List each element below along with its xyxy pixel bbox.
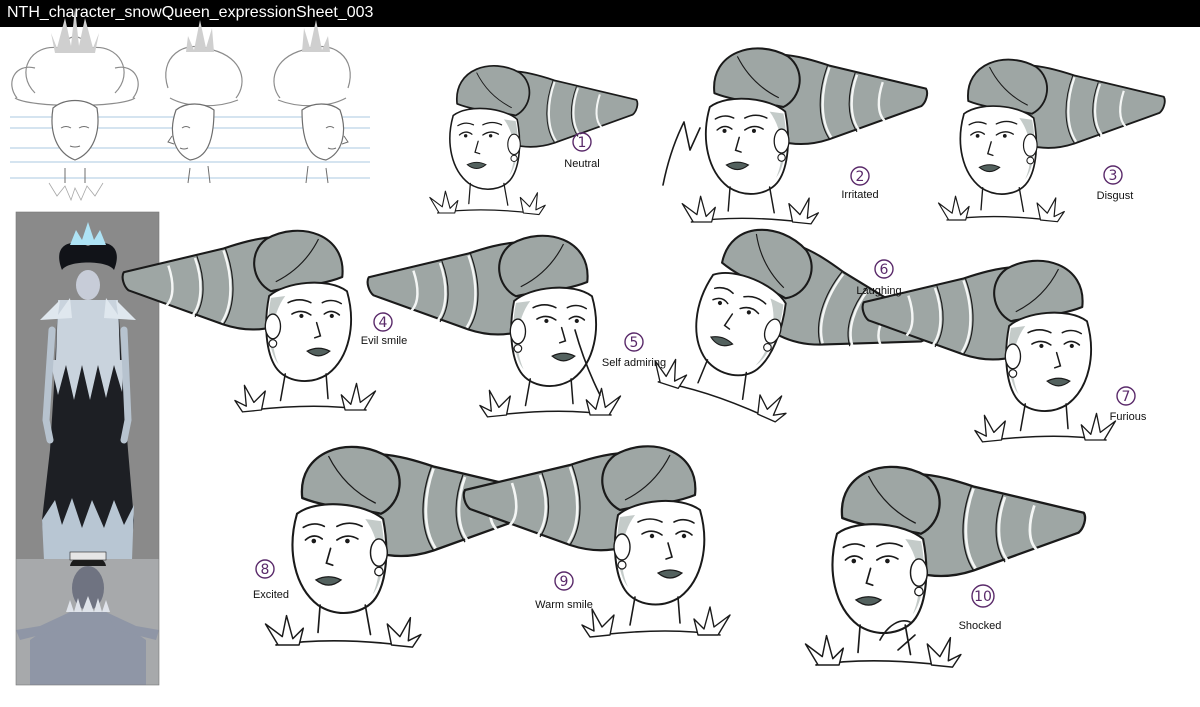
turnaround-three-quarter-view [165,19,243,184]
label-2: 2 Irritated [841,166,879,201]
expression-label: Irritated [841,189,878,201]
label-6: 6 Laughing [856,259,902,297]
expression-number: 3 [1109,168,1118,184]
label-1: 1 Neutral [564,132,600,170]
expression-4-evil-smile [121,229,377,414]
label-4: 4 Evil smile [361,312,407,347]
irritated-hand [662,121,701,186]
label-5: 5 Self admiring [602,332,666,369]
expression-1-neutral [428,64,639,216]
expression-number: 8 [261,562,270,578]
expression-5-self-admiring [366,234,622,419]
expression-label: Laughing [856,285,901,297]
label-10: 10 Shocked [959,584,1002,632]
expression-number: 6 [880,262,889,278]
turnaround-sheet [10,7,370,201]
expression-number: 1 [578,135,587,151]
expression-6-laughing [647,207,947,461]
expression-label: Neutral [564,158,599,170]
expression-number: 2 [856,169,865,185]
expression-number: 5 [630,335,639,351]
expression-number: 4 [379,315,388,331]
expression-2-irritated [662,47,929,226]
expression-9-warm-smile [462,445,732,639]
expression-10-shocked [804,465,1087,669]
label-7: 7 Furious [1110,386,1147,423]
expression-number: 10 [974,589,992,605]
label-8: 8 Excited [253,559,289,601]
label-3: 3 Disgust [1097,165,1134,202]
expression-label: Evil smile [361,335,407,347]
expression-label: Furious [1110,411,1147,423]
turnaround-profile-view [273,19,351,184]
expression-8-excited [264,445,547,649]
label-9: 9 Warm smile [535,571,593,611]
expression-label: Shocked [959,620,1002,632]
expression-sheet: 1 Neutral 2 Irritated 3 Disgust 4 Evil s… [10,7,1166,686]
expression-label: Self admiring [602,357,666,369]
expression-number: 9 [560,574,569,590]
expression-label: Excited [253,589,289,601]
expression-number: 7 [1122,389,1131,405]
expression-label: Warm smile [535,599,593,611]
expression-label: Disgust [1097,190,1134,202]
turnaround-front-view [11,7,139,201]
